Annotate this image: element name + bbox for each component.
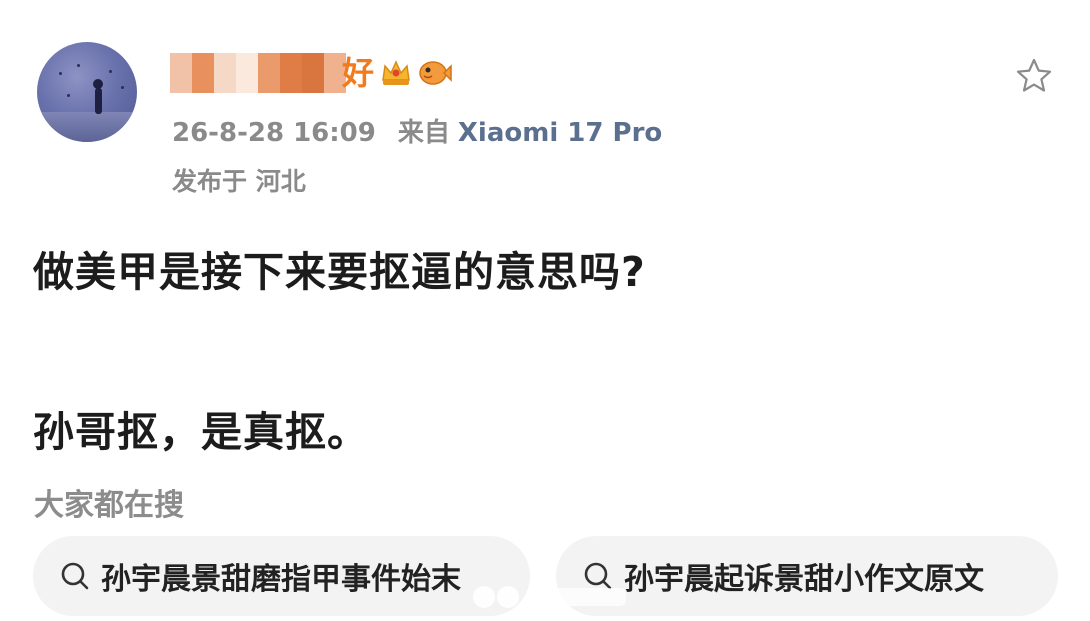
avatar-bird [77,64,80,67]
username-mosaic [170,53,346,93]
search-chip[interactable]: 孙宇晨景甜磨指甲事件始末 [33,536,530,616]
favorite-star-button[interactable] [1012,54,1056,98]
post-text-line: 孙哥抠，是真抠。 [33,408,369,456]
crown-badge-icon[interactable] [380,58,412,88]
avatar[interactable] [37,42,137,142]
star-icon [1016,58,1052,92]
fish-badge-icon[interactable] [416,58,452,88]
avatar-bird [59,72,62,75]
post-timestamp: 26-8-28 16:09 [172,118,376,148]
avatar-bird [109,70,112,73]
post-text-line: 做美甲是接下来要抠逼的意思吗? [33,248,646,296]
search-chip-label: 孙宇晨景甜磨指甲事件始末 [101,562,461,597]
post-location: 发布于 河北 [172,167,306,196]
search-icon [57,558,93,594]
device-link[interactable]: Xiaomi 17 Pro [458,118,662,148]
watermark [470,580,640,614]
username-row[interactable]: 好 [170,50,452,96]
post-meta: 26-8-28 16:09 来自 Xiaomi 17 Pro [172,112,662,149]
trending-search-heading: 大家都在搜 [34,488,184,523]
avatar-figure [93,79,103,114]
avatar-bird [121,86,124,89]
avatar-bird [67,94,70,97]
from-label: 来自 [397,118,450,148]
avatar-ground [37,112,137,142]
search-chip-label: 孙宇晨起诉景甜小作文原文 [624,562,984,597]
username[interactable]: 好 [342,53,374,93]
